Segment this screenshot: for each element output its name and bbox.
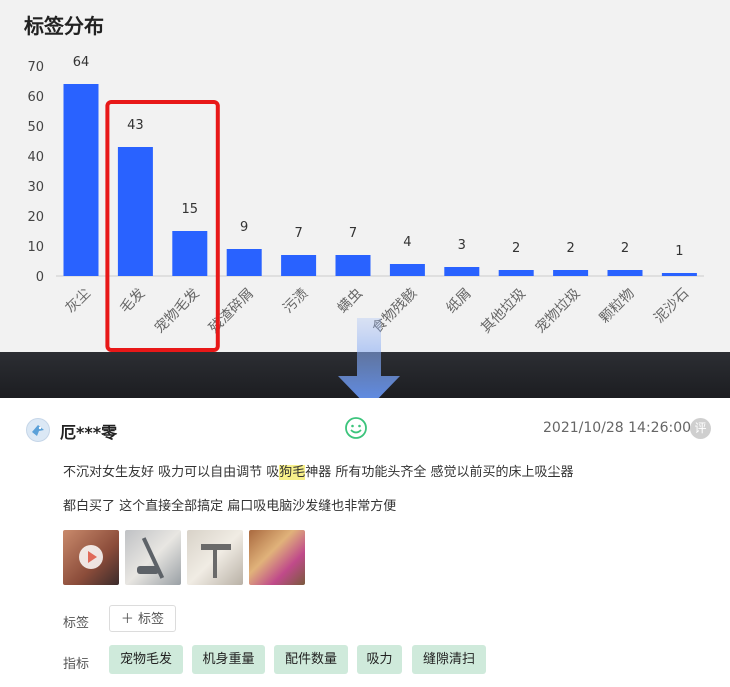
data-label: 7	[349, 226, 357, 241]
bar-chart: 010203040506070 64灰尘43毛发15宠物毛发9残渣碎屑7污渍7螨虫…	[27, 55, 704, 352]
data-label: 2	[566, 241, 574, 256]
review-card: 厄***零 2021/10/28 14:26:00 评 不沉对女生友好 吸力可以…	[0, 398, 730, 687]
y-tick-label: 20	[27, 210, 44, 225]
y-tick-label: 30	[27, 180, 44, 195]
username[interactable]: 厄***零	[60, 419, 117, 443]
y-tick-label: 50	[27, 120, 44, 135]
bar	[498, 270, 534, 276]
image-thumbnail[interactable]	[125, 530, 181, 585]
x-tick-label: 宠物垃圾	[533, 286, 584, 337]
x-tick-label: 颗粒物	[597, 286, 638, 327]
review-text-before: 不沉对女生友好 吸力可以自由调节 吸	[63, 465, 280, 480]
avatar[interactable]	[26, 418, 50, 442]
x-tick-label: 残渣碎屑	[206, 286, 257, 337]
x-tick-label: 宠物毛发	[152, 286, 203, 337]
bar	[281, 255, 317, 276]
bar	[63, 84, 99, 276]
data-label: 4	[403, 235, 411, 250]
indicator-chip[interactable]: 配件数量	[274, 645, 348, 674]
review-text-line-1: 不沉对女生友好 吸力可以自由调节 吸狗毛神器 所有功能头齐全 感觉以前买的床上吸…	[63, 461, 574, 480]
y-tick-label: 0	[36, 270, 44, 285]
smile-icon	[345, 417, 367, 439]
bird-icon	[32, 425, 44, 436]
add-tag-button[interactable]: ＋ 标签	[109, 605, 176, 632]
data-label: 43	[127, 118, 144, 133]
bar	[444, 267, 480, 276]
bar	[335, 255, 371, 276]
video-thumbnail[interactable]	[63, 530, 119, 585]
arrow-down-icon	[338, 318, 400, 408]
x-tick-label: 泥沙石	[651, 286, 692, 327]
data-label: 2	[621, 241, 629, 256]
data-label: 7	[294, 226, 302, 241]
data-label: 15	[182, 202, 199, 217]
review-text-after: 神器 所有功能头齐全 感觉以前买的床上吸尘器	[305, 465, 574, 480]
indicator-chip[interactable]: 宠物毛发	[109, 645, 183, 674]
image-thumbnail[interactable]	[249, 530, 305, 585]
tag-distribution-chart: 标签分布 0 10 20 30 40 50 60 70 64 灰尘 43 毛发 15 宠物毛发 9 残渣碎屑 7…	[0, 0, 730, 352]
y-tick-label: 10	[27, 240, 44, 255]
bar	[226, 249, 262, 276]
indicators-label: 指标	[63, 657, 90, 672]
bar	[172, 231, 208, 276]
data-label: 64	[73, 55, 90, 70]
x-tick-label: 其他垃圾	[478, 286, 529, 337]
bar	[607, 270, 643, 276]
data-label: 9	[240, 220, 248, 235]
y-tick-label: 40	[27, 150, 44, 165]
y-tick-label: 60	[27, 90, 44, 105]
image-thumbnail[interactable]	[187, 530, 243, 585]
x-tick-label: 螨虫	[335, 286, 366, 317]
x-tick-label: 污渍	[280, 286, 311, 317]
data-label: 1	[675, 244, 683, 259]
indicator-chip[interactable]: 机身重量	[192, 645, 265, 674]
data-label: 3	[458, 238, 466, 253]
highlighted-keyword: 狗毛	[279, 465, 306, 480]
x-tick-label: 毛发	[117, 286, 148, 317]
indicator-chip[interactable]: 吸力	[357, 645, 402, 674]
y-tick-label: 70	[27, 60, 44, 75]
tags-label: 标签	[63, 616, 90, 631]
bar	[661, 273, 697, 276]
review-text-line-2: 都白买了 这个直接全部搞定 扁口吸电脑沙发缝也非常方便	[63, 499, 397, 514]
indicator-chip[interactable]: 缝隙清扫	[412, 645, 486, 674]
x-tick-label: 纸屑	[444, 286, 475, 317]
bar	[553, 270, 589, 276]
bar	[117, 147, 153, 276]
review-date: 2021/10/28 14:26:00	[543, 420, 692, 436]
comment-icon[interactable]: 评	[690, 418, 711, 439]
bar	[389, 264, 425, 276]
x-tick-label: 灰尘	[63, 286, 94, 317]
play-icon[interactable]	[79, 545, 103, 569]
data-label: 2	[512, 241, 520, 256]
